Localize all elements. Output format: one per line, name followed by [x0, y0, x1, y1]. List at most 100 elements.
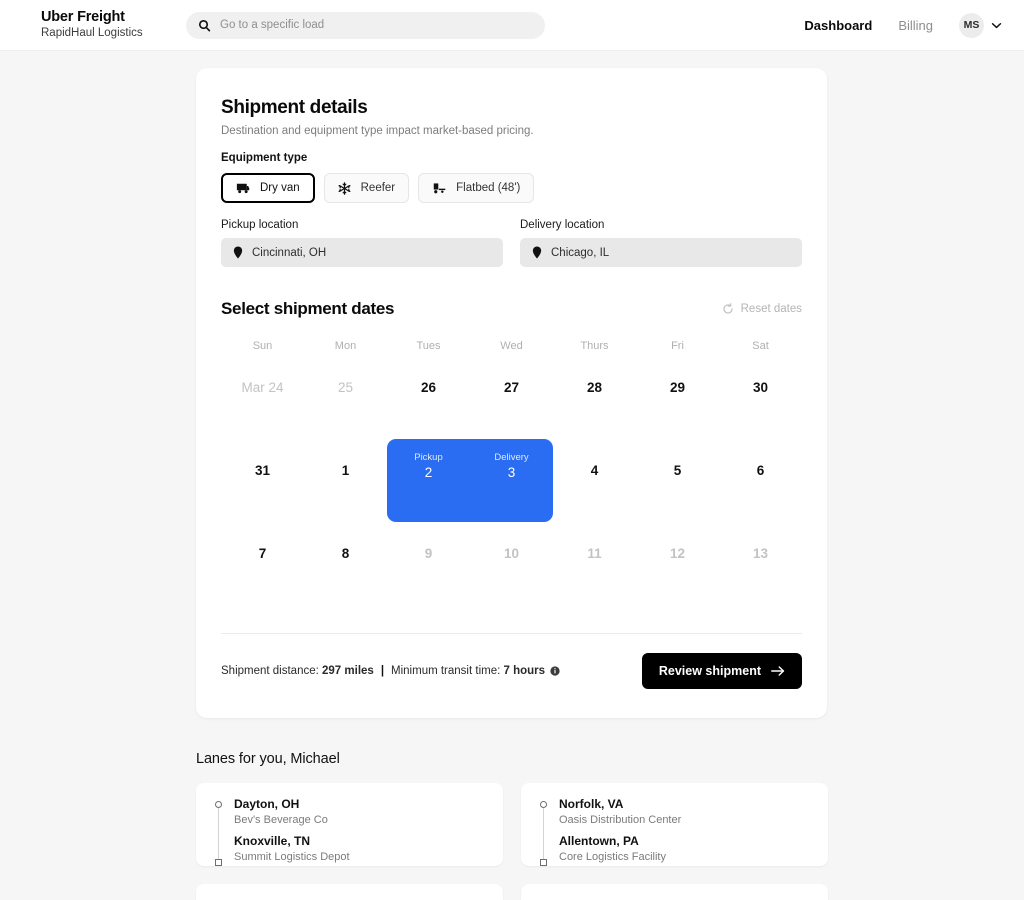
- lanes-section: Lanes for you, Michael Dayton, OH Bev's …: [196, 751, 828, 900]
- page-title: Shipment details: [221, 97, 368, 118]
- delivery-location-value: Chicago, IL: [551, 246, 610, 259]
- day-header: Mon: [334, 340, 357, 352]
- calendar-day[interactable]: Mar 24: [221, 380, 304, 463]
- lane-origin-facility: Bev's Beverage Co: [234, 814, 328, 826]
- brand-logo[interactable]: Uber Freight RapidHaul Logistics: [0, 9, 150, 41]
- lane-origin-city: Norfolk, VA: [559, 797, 624, 811]
- lane-text-block: Dayton, OH Bev's Beverage Co Knoxville, …: [234, 797, 485, 866]
- delivery-location-input[interactable]: Chicago, IL: [520, 238, 802, 267]
- lane-card[interactable]: Dayton, OH Bev's Beverage Co Knoxville, …: [196, 783, 503, 866]
- calendar-header: Select shipment dates Reset dates: [221, 299, 802, 319]
- transit-label: Minimum transit time:: [391, 665, 501, 677]
- calendar-day[interactable]: 9: [387, 546, 470, 629]
- lane-route-markers: [214, 797, 223, 866]
- lane-card[interactable]: Norfolk, VA Oasis Distribution Center Al…: [521, 783, 828, 866]
- top-navigation-bar: Uber Freight RapidHaul Logistics Go to a…: [0, 0, 1024, 51]
- arrow-right-icon: [771, 666, 785, 676]
- route-line: [218, 808, 219, 859]
- lane-destination-facility: Summit Logistics Depot: [234, 851, 350, 863]
- day-header: Sun: [252, 340, 273, 352]
- calendar-day[interactable]: 5: [636, 463, 719, 546]
- calendar-day[interactable]: 31: [221, 463, 304, 546]
- lane-destination-city: Knoxville, TN: [234, 834, 311, 848]
- nav-billing[interactable]: Billing: [898, 18, 933, 33]
- delivery-day-number: 3: [507, 465, 516, 480]
- calendar-day[interactable]: 29: [636, 380, 719, 463]
- distance-value: 297 miles: [322, 665, 374, 677]
- calendar-week-row: 7 8 9 10 11 12 13: [221, 546, 802, 629]
- calendar-day[interactable]: 12: [636, 546, 719, 629]
- destination-square-icon: [540, 859, 547, 866]
- day-header: Thurs: [580, 340, 609, 352]
- review-shipment-label: Review shipment: [658, 664, 761, 678]
- selected-date-range[interactable]: Pickup 2 Delivery 3: [387, 439, 553, 522]
- card-footer: Shipment distance: 297 miles | Minimum t…: [221, 653, 802, 689]
- day-header: Wed: [500, 340, 523, 352]
- brand-title: Uber Freight: [41, 9, 125, 25]
- equipment-option-label: Reefer: [360, 182, 396, 194]
- lane-origin-facility: Oasis Distribution Center: [559, 814, 682, 826]
- calendar-day[interactable]: 11: [553, 546, 636, 629]
- calendar-day-headers: Sun Mon Tues Wed Thurs Fri Sat: [221, 340, 802, 352]
- equipment-type-group: Dry van Reefer Flatbed (48'): [221, 173, 802, 203]
- day-header: Fri: [671, 340, 684, 352]
- lane-card[interactable]: Sacramento, CA: [196, 884, 503, 900]
- transit-value: 7 hours: [503, 665, 546, 677]
- calendar-day[interactable]: 28: [553, 380, 636, 463]
- equipment-option-label: Dry van: [260, 182, 300, 194]
- equipment-option-dry-van[interactable]: Dry van: [221, 173, 315, 203]
- footer-divider: [221, 633, 802, 634]
- equipment-option-reefer[interactable]: Reefer: [323, 173, 410, 203]
- calendar-day[interactable]: 25: [304, 380, 387, 463]
- calendar-day[interactable]: 1: [304, 463, 387, 546]
- review-shipment-button[interactable]: Review shipment: [641, 653, 802, 689]
- calendar-day[interactable]: 7: [221, 546, 304, 629]
- calendar-day[interactable]: 8: [304, 546, 387, 629]
- avatar: MS: [959, 12, 984, 38]
- pickup-location-label: Pickup location: [221, 219, 299, 231]
- lane-origin-city: Dayton, OH: [234, 797, 300, 811]
- lanes-title: Lanes for you, Michael: [196, 751, 340, 767]
- lane-text-block: Norfolk, VA Oasis Distribution Center Al…: [559, 797, 810, 866]
- calendar-day[interactable]: 10: [470, 546, 553, 629]
- calendar-title: Select shipment dates: [221, 299, 395, 318]
- lane-card[interactable]: Phoenix, AZ: [521, 884, 828, 900]
- pickup-location-input[interactable]: Cincinnati, OH: [221, 238, 503, 267]
- equipment-option-flatbed[interactable]: Flatbed (48'): [418, 173, 535, 203]
- calendar-day[interactable]: 6: [719, 463, 802, 546]
- day-header: Tues: [416, 340, 441, 352]
- info-icon[interactable]: [550, 666, 560, 676]
- route-line: [543, 808, 544, 859]
- selected-pickup-cell[interactable]: Pickup 2: [387, 439, 470, 522]
- reset-dates-button[interactable]: Reset dates: [722, 303, 802, 315]
- delivery-location-group: Delivery location Chicago, IL: [520, 219, 802, 267]
- lanes-grid: Dayton, OH Bev's Beverage Co Knoxville, …: [196, 783, 828, 900]
- calendar-day[interactable]: 30: [719, 380, 802, 463]
- reset-dates-label: Reset dates: [740, 303, 802, 315]
- selected-delivery-cell[interactable]: Delivery 3: [470, 439, 553, 522]
- lane-content: Dayton, OH Bev's Beverage Co Knoxville, …: [214, 797, 485, 866]
- equipment-type-label: Equipment type: [221, 152, 308, 164]
- delivery-location-label: Delivery location: [520, 219, 605, 231]
- calendar-day[interactable]: 4: [553, 463, 636, 546]
- page-subtitle: Destination and equipment type impact ma…: [221, 125, 534, 137]
- lane-destination-facility: Core Logistics Facility: [559, 851, 666, 863]
- pickup-tag: Pickup: [414, 452, 443, 463]
- calendar-day[interactable]: 13: [719, 546, 802, 629]
- map-pin-icon: [233, 246, 243, 259]
- pickup-day-number: 2: [424, 465, 433, 480]
- distance-label: Shipment distance:: [221, 665, 319, 677]
- search-input[interactable]: Go to a specific load: [220, 19, 324, 31]
- summary-separator: |: [380, 665, 385, 677]
- pickup-location-group: Pickup location Cincinnati, OH: [221, 219, 503, 267]
- nav-dashboard[interactable]: Dashboard: [804, 18, 872, 33]
- calendar-weeks: Mar 24 25 26 27 28 29 30 31 1 4 5 6 7 8 …: [221, 380, 802, 629]
- account-menu[interactable]: MS: [959, 12, 1002, 38]
- date-picker-calendar: Sun Mon Tues Wed Thurs Fri Sat Mar 24 25…: [221, 340, 802, 629]
- search-bar[interactable]: Go to a specific load: [186, 11, 545, 39]
- nav-links: Dashboard Billing MS: [804, 12, 1024, 38]
- shipment-details-card: Shipment details Destination and equipme…: [196, 68, 827, 718]
- shipment-summary: Shipment distance: 297 miles | Minimum t…: [221, 665, 560, 677]
- flatbed-icon: [433, 182, 446, 193]
- map-pin-icon: [532, 246, 542, 259]
